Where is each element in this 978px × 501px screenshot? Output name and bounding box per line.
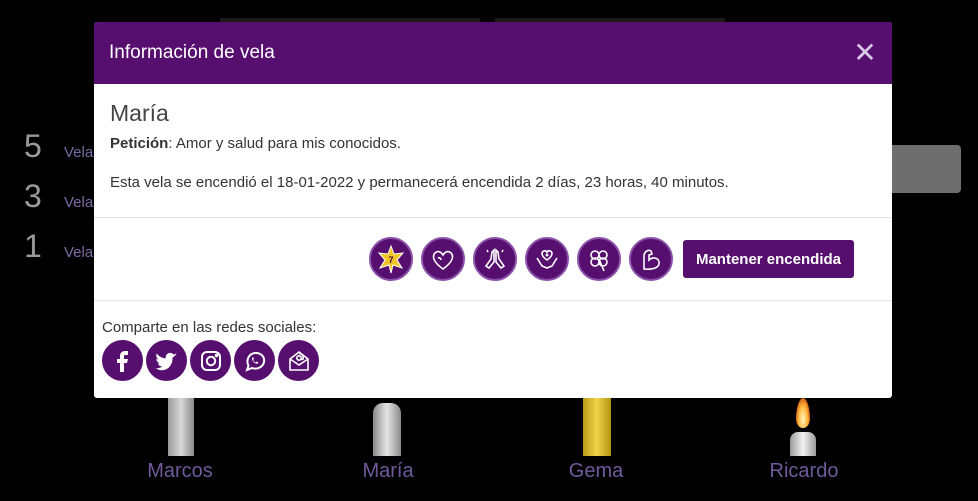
candle-ricardo[interactable] bbox=[790, 432, 816, 456]
candle-owner: María bbox=[110, 100, 169, 126]
stat-row: 5 Velas bbox=[24, 128, 101, 178]
twitter-icon[interactable] bbox=[146, 340, 187, 381]
strength-arm-icon[interactable] bbox=[628, 237, 673, 281]
modal-actions: 7 Mantener encendida bbox=[94, 218, 892, 301]
stat-count: 5 bbox=[24, 128, 42, 164]
petition-text: : Amor y salud para mis conocidos. bbox=[168, 135, 401, 152]
share-buttons bbox=[102, 340, 884, 381]
keep-lit-button[interactable]: Mantener encendida bbox=[682, 240, 854, 278]
close-icon[interactable]: ✕ bbox=[853, 39, 877, 67]
stat-count: 3 bbox=[24, 178, 42, 214]
facebook-icon[interactable] bbox=[102, 340, 143, 381]
modal-title: Información de vela bbox=[109, 42, 275, 63]
praying-hands-icon[interactable] bbox=[472, 237, 517, 281]
share-section: Comparte en las redes sociales: bbox=[94, 301, 892, 381]
modal-header: Información de vela ✕ bbox=[94, 22, 892, 84]
candle-stats: 5 Velas 3 Velas 1 Velas bbox=[24, 128, 101, 278]
candle-marcos[interactable] bbox=[168, 396, 194, 456]
email-icon[interactable] bbox=[278, 340, 319, 381]
clover-icon[interactable] bbox=[576, 237, 621, 281]
petition: Petición: Amor y salud para mis conocido… bbox=[110, 135, 876, 152]
candle-name[interactable]: Marcos bbox=[120, 460, 240, 483]
flame-icon bbox=[796, 398, 810, 428]
candle-name[interactable]: Gema bbox=[536, 460, 656, 483]
svg-text:7: 7 bbox=[388, 255, 393, 265]
candle-info-text: Esta vela se encendió el 18-01-2022 y pe… bbox=[110, 174, 729, 191]
candle-name[interactable]: María bbox=[328, 460, 448, 483]
whatsapp-icon[interactable] bbox=[234, 340, 275, 381]
background-button[interactable] bbox=[886, 145, 961, 193]
stat-row: 1 Velas bbox=[24, 228, 101, 278]
candle-gema[interactable] bbox=[583, 396, 611, 456]
modal-body: María Petición: Amor y salud para mis co… bbox=[94, 84, 892, 218]
health-hands-icon[interactable] bbox=[524, 237, 569, 281]
stat-count: 1 bbox=[24, 228, 42, 264]
share-label: Comparte en las redes sociales: bbox=[102, 319, 317, 336]
star-seal-icon[interactable]: 7 bbox=[368, 237, 413, 281]
petition-label: Petición bbox=[110, 135, 169, 152]
candle-maria[interactable] bbox=[373, 403, 401, 456]
stat-row: 3 Velas bbox=[24, 178, 101, 228]
instagram-icon[interactable] bbox=[190, 340, 231, 381]
candle-info-modal: Información de vela ✕ María Petición: Am… bbox=[94, 22, 892, 398]
hearts-icon[interactable] bbox=[420, 237, 465, 281]
candle-name[interactable]: Ricardo bbox=[744, 460, 864, 483]
